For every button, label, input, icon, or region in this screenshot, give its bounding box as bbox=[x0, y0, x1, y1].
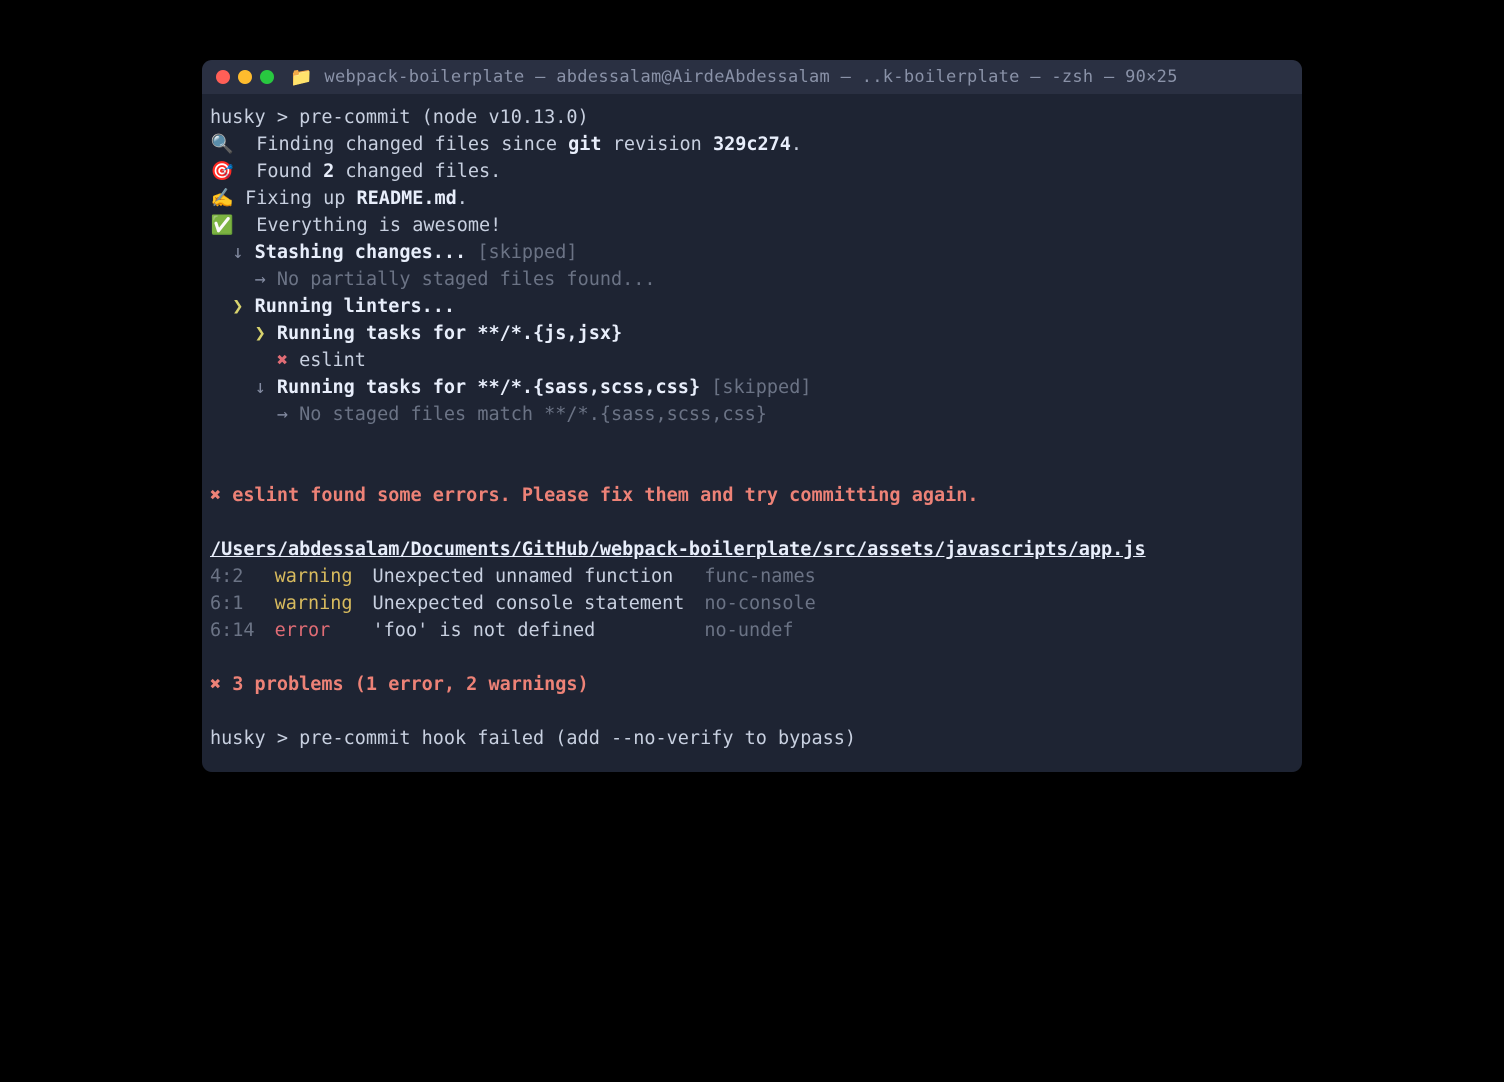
problem-rule: no-console bbox=[704, 590, 835, 617]
problem-message: 'foo' is not defined bbox=[373, 617, 705, 644]
problem-level: error bbox=[275, 617, 373, 644]
no-partial-line: → No partially staged files found... bbox=[210, 266, 1294, 293]
problem-level: warning bbox=[275, 563, 373, 590]
down-arrow-icon: ↓ bbox=[255, 377, 266, 398]
file-path: /Users/abdessalam/Documents/GitHub/webpa… bbox=[210, 536, 1294, 563]
hook-failed-line: husky > pre-commit hook failed (add --no… bbox=[210, 725, 1294, 752]
problem-level: warning bbox=[275, 590, 373, 617]
right-arrow-icon: → bbox=[277, 404, 288, 425]
problems-summary: ✖ 3 problems (1 error, 2 warnings) bbox=[210, 671, 1294, 698]
problem-row: 4:2 warning Unexpected unnamed function … bbox=[210, 563, 836, 590]
problem-row: 6:14 error 'foo' is not defined no-undef bbox=[210, 617, 836, 644]
cross-icon: ✖ bbox=[210, 485, 221, 506]
problem-location: 6:1 bbox=[210, 590, 275, 617]
terminal-output[interactable]: husky > pre-commit (node v10.13.0) 🔍 Fin… bbox=[202, 94, 1302, 772]
cross-icon: ✖ bbox=[277, 350, 288, 371]
problem-rule: func-names bbox=[704, 563, 835, 590]
check-icon: ✅ bbox=[210, 212, 234, 239]
no-staged-css-line: → No staged files match **/*.{sass,scss,… bbox=[210, 401, 1294, 428]
problem-row: 6:1 warning Unexpected console statement… bbox=[210, 590, 836, 617]
fixing-line: ✍️ Fixing up README.md. bbox=[210, 185, 1294, 212]
cross-icon: ✖ bbox=[210, 674, 221, 695]
close-button[interactable] bbox=[216, 70, 230, 84]
husky-header: husky > pre-commit (node v10.13.0) bbox=[210, 104, 1294, 131]
problem-location: 4:2 bbox=[210, 563, 275, 590]
problem-rule: no-undef bbox=[704, 617, 835, 644]
problem-location: 6:14 bbox=[210, 617, 275, 644]
found-line: 🎯 Found 2 changed files. bbox=[210, 158, 1294, 185]
terminal-window: 📁 webpack-boilerplate — abdessalam@Airde… bbox=[202, 60, 1302, 772]
awesome-line: ✅ Everything is awesome! bbox=[210, 212, 1294, 239]
eslint-error-summary: ✖ eslint found some errors. Please fix t… bbox=[210, 482, 1294, 509]
tasks-css-line: ↓ Running tasks for **/*.{sass,scss,css}… bbox=[210, 374, 1294, 401]
finding-line: 🔍 Finding changed files since git revisi… bbox=[210, 131, 1294, 158]
right-arrow-icon: → bbox=[255, 269, 266, 290]
problems-table: 4:2 warning Unexpected unnamed function … bbox=[210, 563, 836, 644]
tasks-js-line: ❯ Running tasks for **/*.{js,jsx} bbox=[210, 320, 1294, 347]
window-title: webpack-boilerplate — abdessalam@AirdeAb… bbox=[324, 67, 1177, 87]
minimize-button[interactable] bbox=[238, 70, 252, 84]
title-bar[interactable]: 📁 webpack-boilerplate — abdessalam@Airde… bbox=[202, 60, 1302, 94]
chevron-icon: ❯ bbox=[255, 323, 266, 344]
target-icon: 🎯 bbox=[210, 158, 234, 185]
chevron-icon: ❯ bbox=[232, 296, 243, 317]
writing-icon: ✍️ bbox=[210, 185, 234, 212]
problem-message: Unexpected unnamed function bbox=[373, 563, 705, 590]
magnify-icon: 🔍 bbox=[210, 131, 234, 158]
problem-message: Unexpected console statement bbox=[373, 590, 705, 617]
down-arrow-icon: ↓ bbox=[232, 242, 243, 263]
stashing-line: ↓ Stashing changes... [skipped] bbox=[210, 239, 1294, 266]
maximize-button[interactable] bbox=[260, 70, 274, 84]
running-linters-line: ❯ Running linters... bbox=[210, 293, 1294, 320]
eslint-fail-line: ✖ eslint bbox=[210, 347, 1294, 374]
folder-icon: 📁 bbox=[290, 67, 312, 88]
